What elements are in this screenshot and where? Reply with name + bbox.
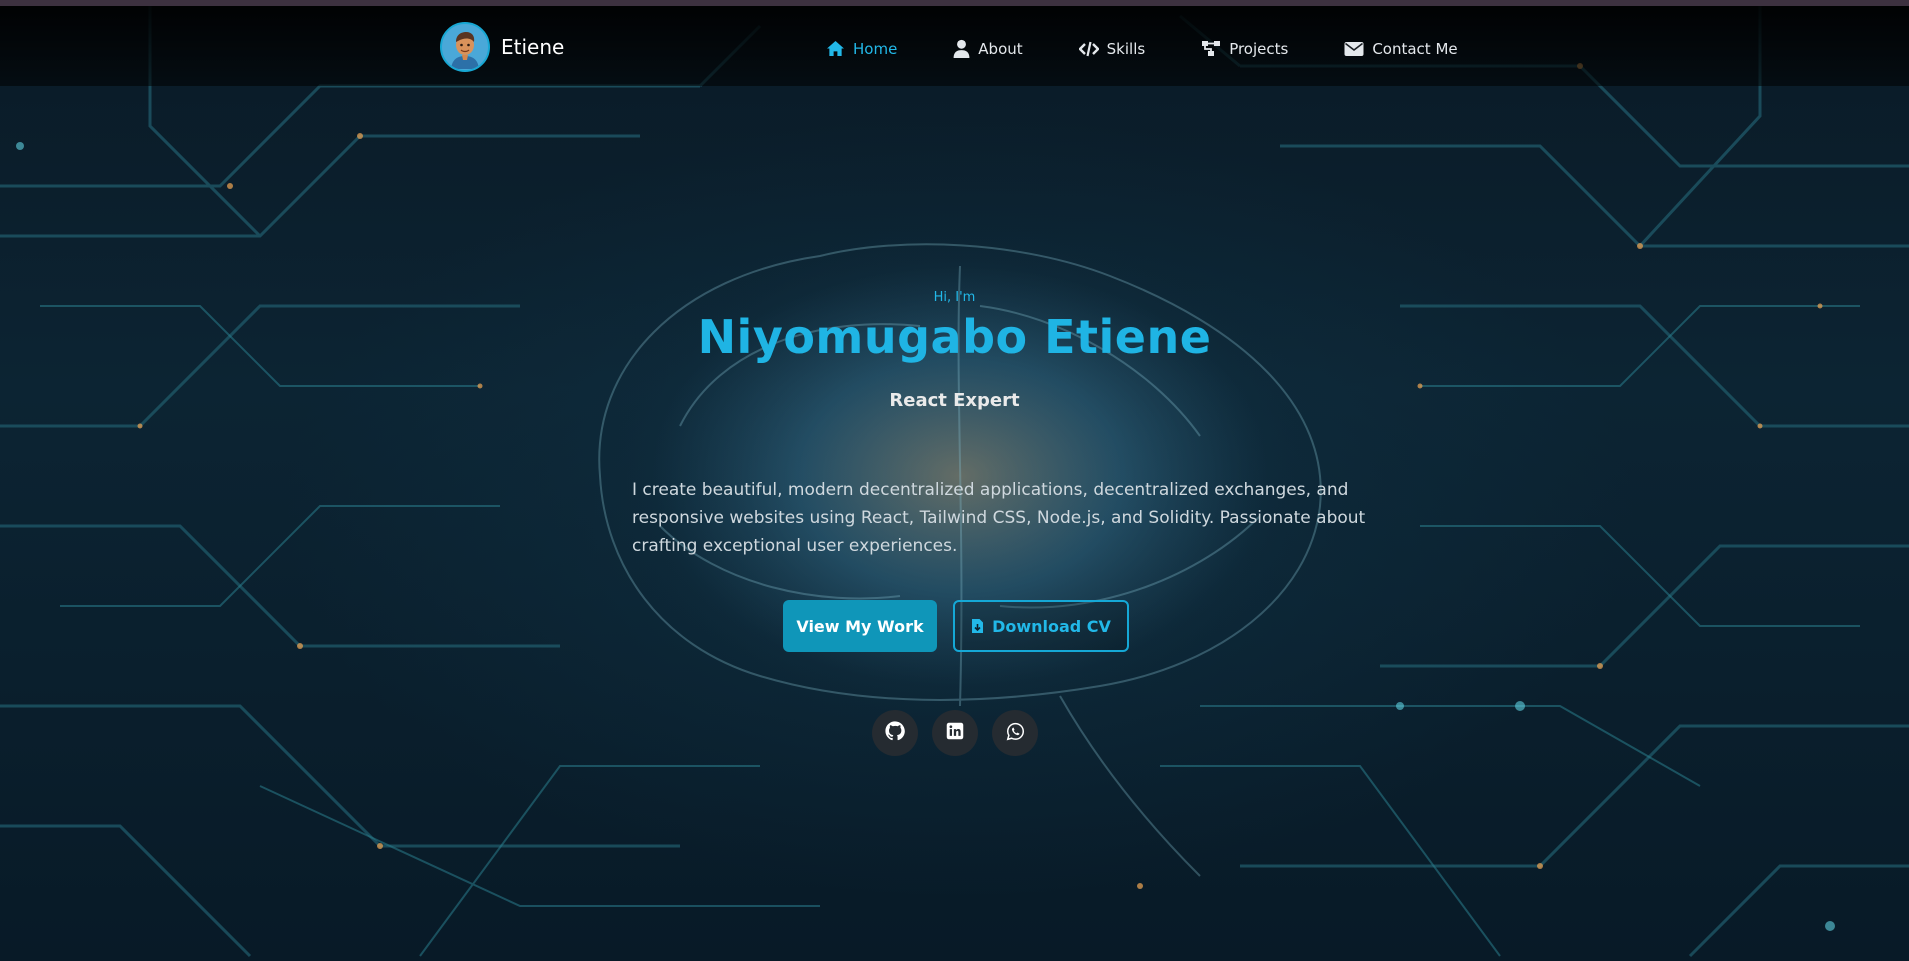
avatar-icon (440, 22, 490, 72)
file-download-icon (971, 618, 984, 634)
nav-item-label: Contact Me (1372, 39, 1458, 58)
view-my-work-label: View My Work (796, 616, 924, 636)
sitemap-icon (1201, 40, 1221, 57)
hero-name: Niyomugabo Etiene (697, 310, 1212, 364)
download-cv-label: Download CV (992, 616, 1111, 636)
whatsapp-icon (1006, 722, 1025, 745)
github-icon (885, 721, 905, 745)
main-navigation: Home About Skills Projects Contact Me (826, 39, 1458, 58)
view-my-work-button[interactable]: View My Work (783, 600, 937, 652)
user-icon (953, 39, 970, 58)
hero-greeting: Hi, I'm (933, 290, 976, 305)
brand-name: Etiene (501, 35, 565, 59)
nav-item-home[interactable]: Home (826, 40, 897, 58)
whatsapp-link[interactable] (992, 710, 1038, 756)
github-link[interactable] (872, 710, 918, 756)
top-navbar: Etiene Home About Skills Projects Contac… (0, 6, 1909, 86)
nav-item-skills[interactable]: Skills (1078, 39, 1146, 58)
linkedin-icon (946, 722, 964, 744)
download-cv-button[interactable]: Download CV (953, 600, 1129, 652)
nav-item-label: Skills (1106, 39, 1146, 58)
brand[interactable]: Etiene (440, 22, 564, 72)
nav-item-label: Projects (1229, 39, 1289, 58)
hero-description: I create beautiful, modern decentralized… (632, 480, 1366, 556)
nav-item-label: Home (853, 39, 898, 58)
nav-item-label: About (978, 39, 1023, 58)
code-icon (1078, 41, 1099, 57)
linkedin-link[interactable] (932, 710, 978, 756)
nav-item-projects[interactable]: Projects (1201, 40, 1288, 58)
home-icon (826, 40, 845, 57)
nav-item-about[interactable]: About (953, 39, 1023, 58)
envelope-icon (1344, 41, 1364, 57)
hero-role: React Expert (889, 390, 1020, 411)
nav-item-contact[interactable]: Contact Me (1344, 39, 1458, 58)
